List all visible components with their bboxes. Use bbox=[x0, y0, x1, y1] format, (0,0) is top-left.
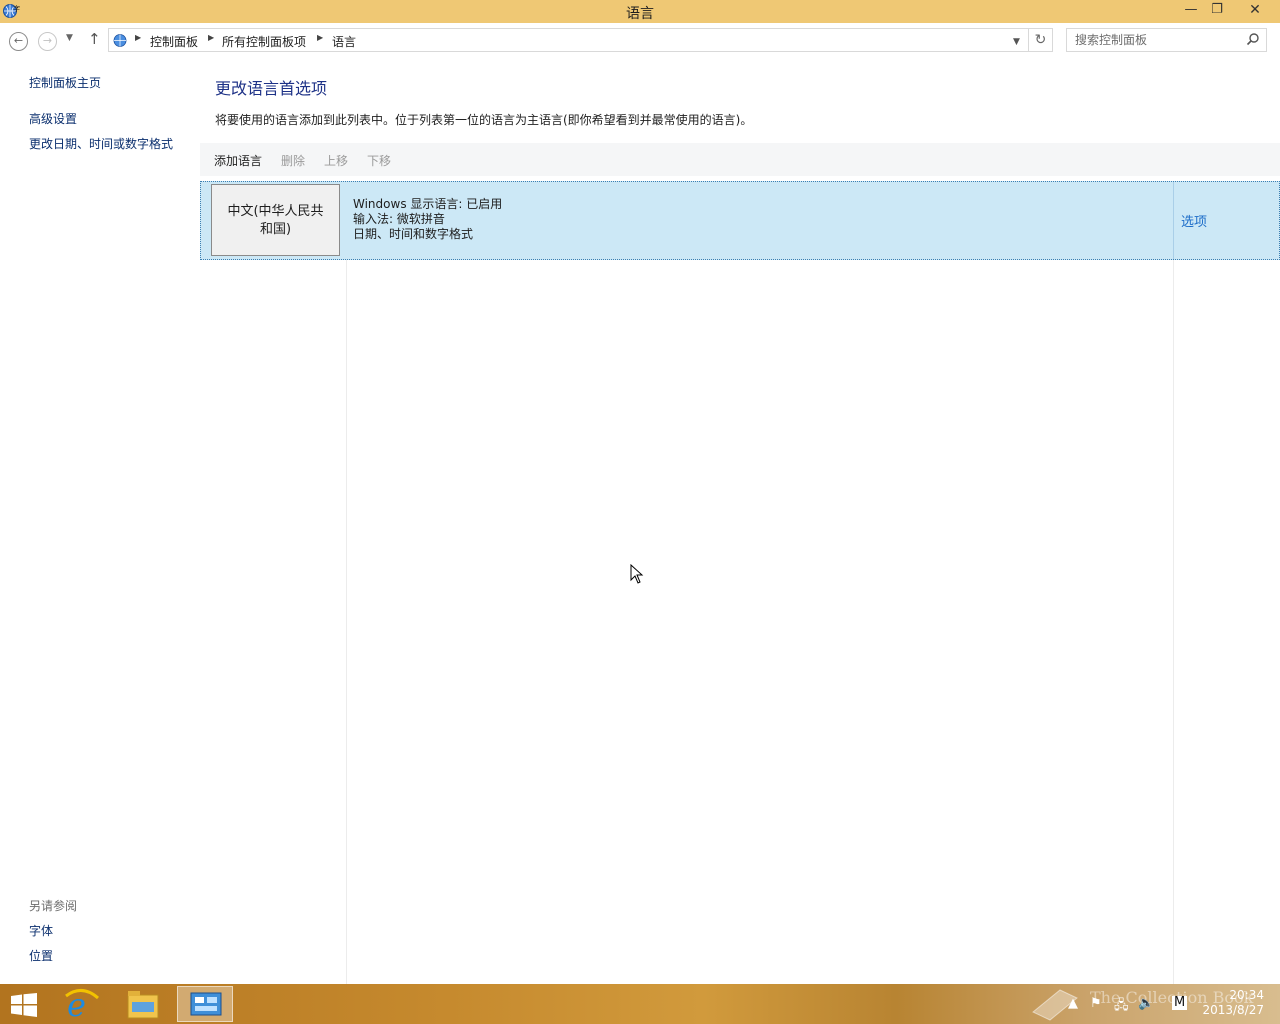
clock-time: 20:34 bbox=[1229, 988, 1264, 1002]
language-name-line: 中文(中华人民共 bbox=[227, 204, 324, 219]
volume-icon[interactable]: 🔈 bbox=[1138, 996, 1154, 1011]
minimize-button[interactable]: — bbox=[1178, 0, 1204, 21]
search-icon[interactable] bbox=[1246, 32, 1260, 46]
show-hidden-icons-icon[interactable]: ▲ bbox=[1068, 996, 1078, 1011]
display-language-status: Windows 显示语言: 已启用 bbox=[353, 197, 503, 211]
forward-button[interactable]: → bbox=[38, 32, 57, 51]
see-also-heading: 另请参阅 bbox=[29, 899, 78, 913]
search-box[interactable] bbox=[1066, 28, 1267, 52]
recent-locations-dropdown[interactable]: ▼ bbox=[66, 33, 73, 43]
clock-date: 2013/8/27 bbox=[1202, 1003, 1264, 1017]
address-dropdown-icon[interactable]: ▼ bbox=[1013, 37, 1020, 47]
move-down-button[interactable]: 下移 bbox=[367, 152, 391, 169]
language-list-item[interactable]: 中文(中华人民共 和国) Windows 显示语言: 已启用 输入法: 微软拼音… bbox=[200, 181, 1280, 260]
breadcrumb-separator-icon[interactable]: ▶ bbox=[208, 33, 214, 42]
column-divider bbox=[1173, 182, 1174, 259]
page-description: 将要使用的语言添加到此列表中。位于列表第一位的语言为主语言(即你希望看到并最常使… bbox=[215, 113, 753, 127]
column-divider bbox=[346, 260, 347, 984]
change-date-time-format-link[interactable]: 更改日期、时间或数字格式 bbox=[29, 135, 173, 152]
internet-explorer-taskbar-item[interactable]: e bbox=[54, 986, 110, 1024]
breadcrumb-separator-icon[interactable]: ▶ bbox=[317, 33, 323, 42]
move-up-button[interactable]: 上移 bbox=[324, 152, 348, 169]
action-center-flag-icon[interactable]: ⚑ bbox=[1090, 996, 1102, 1011]
window-title: 语言 bbox=[626, 6, 654, 22]
location-link[interactable]: 位置 bbox=[29, 947, 53, 964]
close-button[interactable]: ✕ bbox=[1240, 0, 1270, 21]
language-options-link[interactable]: 选项 bbox=[1181, 211, 1207, 230]
control-panel-icon bbox=[190, 992, 222, 1016]
language-name-line: 和国) bbox=[259, 222, 292, 237]
file-explorer-taskbar-item[interactable] bbox=[115, 986, 171, 1022]
language-details: Windows 显示语言: 已启用 输入法: 微软拼音 日期、时间和数字格式 bbox=[353, 197, 502, 242]
folder-icon bbox=[127, 991, 159, 1019]
up-button[interactable]: ↑ bbox=[88, 30, 101, 48]
back-button[interactable]: ← bbox=[9, 32, 28, 51]
maximize-button[interactable]: ❐ bbox=[1204, 0, 1230, 21]
page-title: 更改语言首选项 bbox=[215, 79, 328, 98]
advanced-settings-link[interactable]: 高级设置 bbox=[29, 110, 77, 127]
search-input[interactable] bbox=[1067, 29, 1237, 51]
navigation-bar: ← → ▼ ↑ ▶ 控制面板 ▶ 所有控制面板项 ▶ 语言 ▼ ↻ bbox=[0, 23, 1280, 59]
add-language-button[interactable]: 添加语言 bbox=[214, 152, 262, 169]
taskbar: e The Collection Book ▲ ⚑ 🖧 🔈 M 20:34 20… bbox=[0, 984, 1280, 1024]
breadcrumb-separator-icon[interactable]: ▶ bbox=[135, 33, 141, 42]
control-panel-taskbar-item[interactable] bbox=[177, 986, 233, 1022]
control-panel-globe-icon bbox=[113, 34, 127, 47]
mouse-cursor-icon bbox=[630, 564, 644, 584]
date-time-format: 日期、时间和数字格式 bbox=[353, 227, 474, 241]
address-bar[interactable]: ▶ 控制面板 ▶ 所有控制面板项 ▶ 语言 ▼ bbox=[108, 28, 1029, 52]
internet-explorer-icon: e bbox=[65, 986, 99, 1024]
breadcrumb-language[interactable]: 语言 bbox=[332, 33, 356, 50]
remove-button[interactable]: 删除 bbox=[281, 152, 305, 169]
breadcrumb-all-items[interactable]: 所有控制面板项 bbox=[222, 33, 306, 50]
control-panel-home-link[interactable]: 控制面板主页 bbox=[29, 74, 101, 91]
column-divider bbox=[1173, 260, 1174, 984]
network-icon[interactable]: 🖧 bbox=[1114, 996, 1129, 1018]
language-name-tile[interactable]: 中文(中华人民共 和国) bbox=[211, 184, 340, 256]
input-method: 输入法: 微软拼音 bbox=[353, 212, 445, 226]
windows-start-icon[interactable] bbox=[10, 993, 38, 1017]
title-bar: 字 语言 — ❐ ✕ bbox=[0, 0, 1280, 23]
system-clock[interactable]: 20:34 2013/8/27 bbox=[1202, 988, 1264, 1018]
language-toolbar: 添加语言 删除 上移 下移 bbox=[200, 143, 1280, 176]
breadcrumb-control-panel[interactable]: 控制面板 bbox=[150, 33, 198, 50]
fonts-link[interactable]: 字体 bbox=[29, 922, 53, 939]
ime-indicator[interactable]: M bbox=[1172, 996, 1188, 1010]
left-navigation-pane: 控制面板主页 高级设置 更改日期、时间或数字格式 另请参阅 字体 位置 bbox=[0, 59, 200, 984]
refresh-button[interactable]: ↻ bbox=[1029, 28, 1053, 52]
